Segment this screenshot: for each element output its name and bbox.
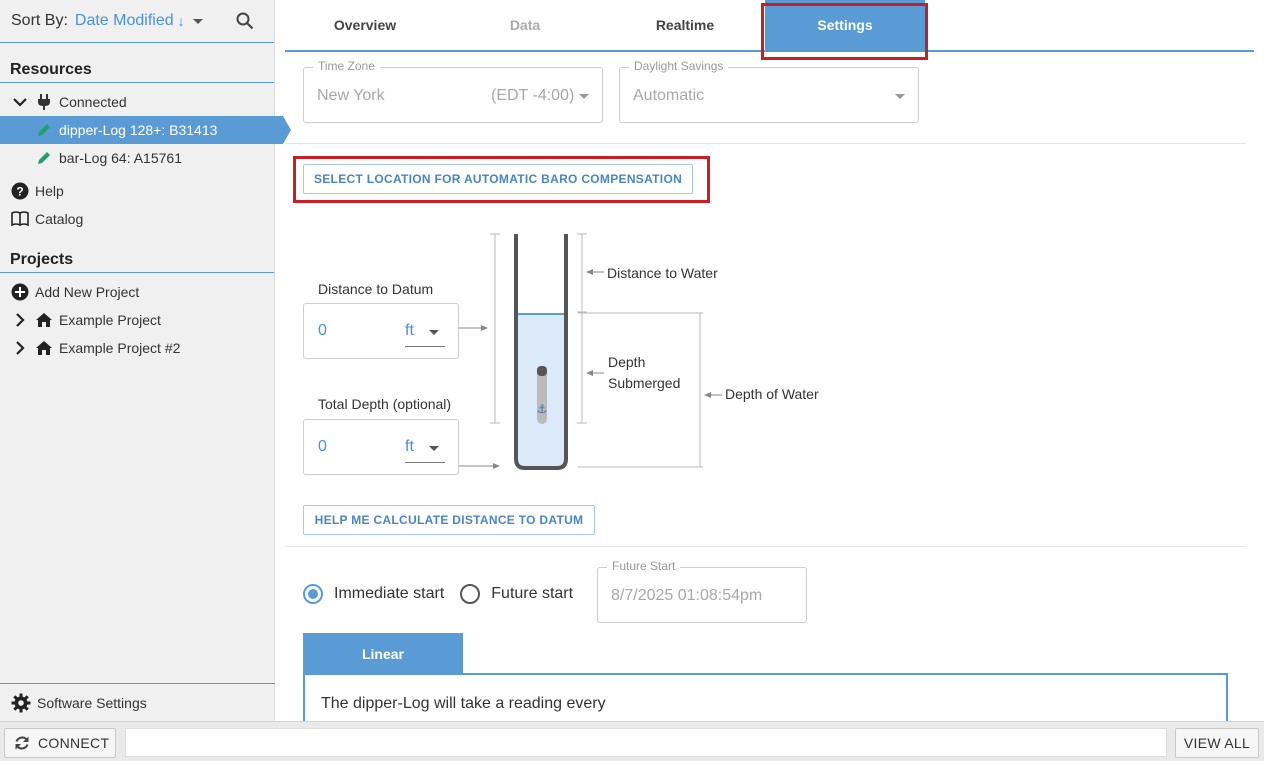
tab-linear[interactable]: Linear (303, 633, 463, 674)
timezone-label: Time Zone (313, 59, 380, 73)
distance-to-datum-label: Distance to Datum (318, 281, 434, 297)
baro-compensation-button[interactable]: SELECT LOCATION FOR AUTOMATIC BARO COMPE… (303, 164, 693, 194)
sidebar-item-label: Catalog (35, 211, 84, 227)
tab-settings[interactable]: Settings (765, 0, 925, 50)
sidebar-item-label: Example Project (59, 312, 161, 328)
search-icon[interactable] (236, 12, 254, 35)
sort-label: Sort By: (11, 12, 68, 29)
sidebar: Sort By: Date Modified ↓ Resources Conne… (0, 0, 291, 721)
sort-bar: Sort By: Date Modified ↓ (0, 0, 274, 43)
divider (285, 143, 1246, 144)
future-start-value: 8/7/2025 01:08:54pm (611, 587, 763, 604)
sidebar-item-label: Example Project #2 (59, 340, 181, 356)
tab-bar: Overview Data Realtime Settings (285, 0, 1254, 52)
tab-data[interactable]: Data (445, 0, 605, 50)
sidebar-item-label: dipper-Log 128+: B31413 (59, 122, 218, 138)
future-start-label[interactable]: Future start (491, 585, 573, 603)
sidebar-item-label: Help (35, 183, 64, 199)
depth-of-water-label: Depth of Water (725, 386, 819, 402)
sidebar-item-bar-log[interactable]: bar-Log 64: A15761 (0, 144, 274, 172)
view-all-button[interactable]: VIEW ALL (1175, 728, 1259, 758)
tab-overview[interactable]: Overview (285, 0, 445, 50)
connect-button[interactable]: CONNECT (4, 728, 116, 758)
chevron-down-icon[interactable] (429, 446, 439, 451)
future-start-field-label: Future Start (607, 559, 681, 573)
sidebar-item-label: Connected (59, 94, 127, 110)
daylight-savings-label: Daylight Savings (629, 59, 729, 73)
divider (285, 546, 1246, 547)
daylight-savings-select[interactable]: Daylight Savings Automatic (619, 59, 919, 123)
software-settings-button[interactable]: Software Settings (0, 683, 275, 721)
connect-label: CONNECT (38, 735, 110, 751)
main-panel: Overview Data Realtime Settings Time Zon… (276, 0, 1264, 733)
chevron-down-icon[interactable] (10, 97, 30, 107)
reading-interval-text: The dipper-Log will take a reading every (321, 695, 606, 712)
start-options: Immediate start Future start (303, 584, 573, 604)
timezone-offset: (EDT -4:00) (491, 87, 575, 104)
resources-heading: Resources (0, 57, 274, 83)
chevron-right-icon[interactable] (10, 341, 30, 355)
help-circle-icon: ? (10, 182, 30, 200)
distance-to-water-label: Distance to Water (607, 265, 718, 281)
bottom-bar: CONNECT VIEW ALL (0, 721, 1264, 761)
projects-heading: Projects (0, 247, 274, 273)
sidebar-item-label: bar-Log 64: A15761 (59, 150, 182, 166)
distance-to-datum-field[interactable]: 0 ft (303, 303, 459, 359)
sidebar-item-dipper-log[interactable]: dipper-Log 128+: B31413 (0, 116, 291, 144)
sidebar-item-help[interactable]: ? Help (0, 177, 274, 205)
sort-dropdown-caret-icon[interactable] (192, 18, 203, 24)
sidebar-item-add-project[interactable]: Add New Project (0, 278, 274, 306)
immediate-start-radio[interactable] (303, 584, 323, 604)
sidebar-item-example-project[interactable]: Example Project (0, 306, 274, 334)
command-input[interactable] (125, 728, 1167, 757)
help-calculate-datum-button[interactable]: HELP ME CALCULATE DISTANCE TO DATUM (303, 505, 595, 535)
pencil-icon (34, 122, 54, 138)
svg-text:?: ? (16, 185, 23, 199)
chevron-down-icon[interactable] (429, 330, 439, 335)
book-icon (10, 211, 30, 227)
pencil-icon (34, 150, 54, 166)
sidebar-item-label: Add New Project (35, 284, 140, 300)
sort-direction-icon[interactable]: ↓ (178, 13, 185, 29)
software-settings-label: Software Settings (37, 694, 147, 711)
total-depth-unit[interactable]: ft (405, 438, 414, 456)
sidebar-item-connected[interactable]: Connected (0, 88, 274, 116)
daylight-savings-value: Automatic (633, 87, 705, 104)
distance-to-datum-unit[interactable]: ft (405, 322, 414, 340)
svg-text:⚓: ⚓ (537, 402, 548, 416)
timezone-value: New York (317, 87, 385, 104)
depth-submerged-label-2: Submerged (608, 375, 681, 391)
total-depth-value[interactable]: 0 (318, 438, 327, 456)
plug-icon (34, 94, 54, 110)
gear-icon (11, 693, 31, 713)
chevron-right-icon[interactable] (10, 313, 30, 327)
plus-circle-icon (10, 283, 30, 301)
immediate-start-label[interactable]: Immediate start (334, 585, 444, 603)
home-icon (34, 340, 54, 356)
tab-realtime[interactable]: Realtime (605, 0, 765, 50)
sort-value[interactable]: Date Modified (75, 12, 174, 30)
refresh-icon (14, 735, 30, 751)
distance-to-datum-value[interactable]: 0 (318, 322, 327, 340)
unit-underline (405, 346, 445, 347)
depth-submerged-label-1: Depth (608, 354, 646, 370)
sidebar-item-catalog[interactable]: Catalog (0, 205, 274, 233)
home-icon (34, 312, 54, 328)
chevron-down-icon (579, 94, 589, 99)
total-depth-label: Total Depth (optional) (318, 396, 452, 412)
future-start-radio[interactable] (460, 584, 481, 604)
sidebar-item-example-project-2[interactable]: Example Project #2 (0, 334, 274, 362)
chevron-down-icon (895, 94, 905, 99)
total-depth-field[interactable]: 0 ft (303, 419, 459, 475)
timezone-select[interactable]: Time Zone New York (EDT -4:00) (303, 59, 603, 123)
future-start-field[interactable]: Future Start 8/7/2025 01:08:54pm (597, 559, 807, 623)
unit-underline (405, 462, 445, 463)
